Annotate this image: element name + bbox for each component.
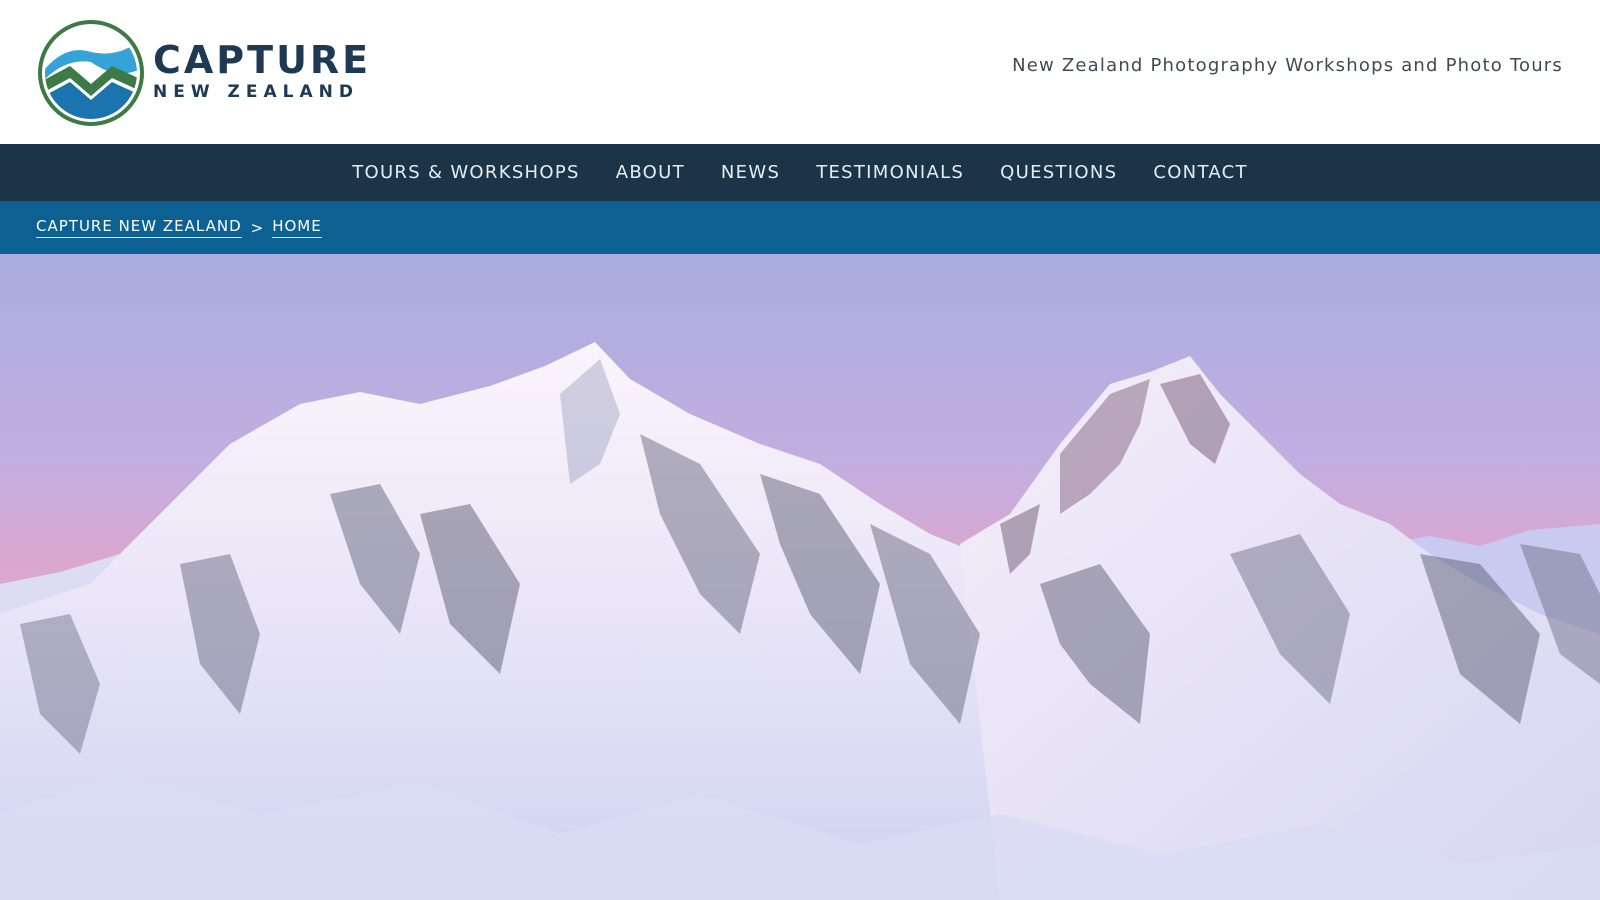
brand-name: CAPTURE	[153, 38, 372, 82]
nav-item-contact[interactable]: CONTACT	[1153, 162, 1247, 183]
breadcrumb-link-capture-new-zealand[interactable]: CAPTURE NEW ZEALAND	[36, 217, 242, 238]
nav-item-about[interactable]: ABOUT	[616, 162, 685, 183]
breadcrumb-separator: >	[250, 218, 264, 237]
breadcrumb-link-home[interactable]: HOME	[272, 217, 322, 238]
nav-item-tours-workshops[interactable]: TOURS & WORKSHOPS	[352, 162, 580, 183]
nav-item-testimonials[interactable]: TESTIMONIALS	[816, 162, 964, 183]
site-header: CAPTURE NEW ZEALAND New Zealand Photogra…	[0, 0, 1600, 144]
mountain-peaks-image	[0, 254, 1600, 900]
hero-image	[0, 254, 1600, 900]
brand-subname: NEW ZEALAND	[153, 82, 359, 102]
site-tagline: New Zealand Photography Workshops and Ph…	[1012, 55, 1563, 76]
main-nav: TOURS & WORKSHOPS ABOUT NEWS TESTIMONIAL…	[0, 144, 1600, 201]
nav-item-questions[interactable]: QUESTIONS	[1000, 162, 1117, 183]
logo-icon[interactable]	[36, 18, 146, 128]
brand[interactable]: CAPTURE NEW ZEALAND	[153, 38, 371, 102]
nav-item-news[interactable]: NEWS	[721, 162, 780, 183]
breadcrumb: CAPTURE NEW ZEALAND > HOME	[0, 201, 1600, 254]
